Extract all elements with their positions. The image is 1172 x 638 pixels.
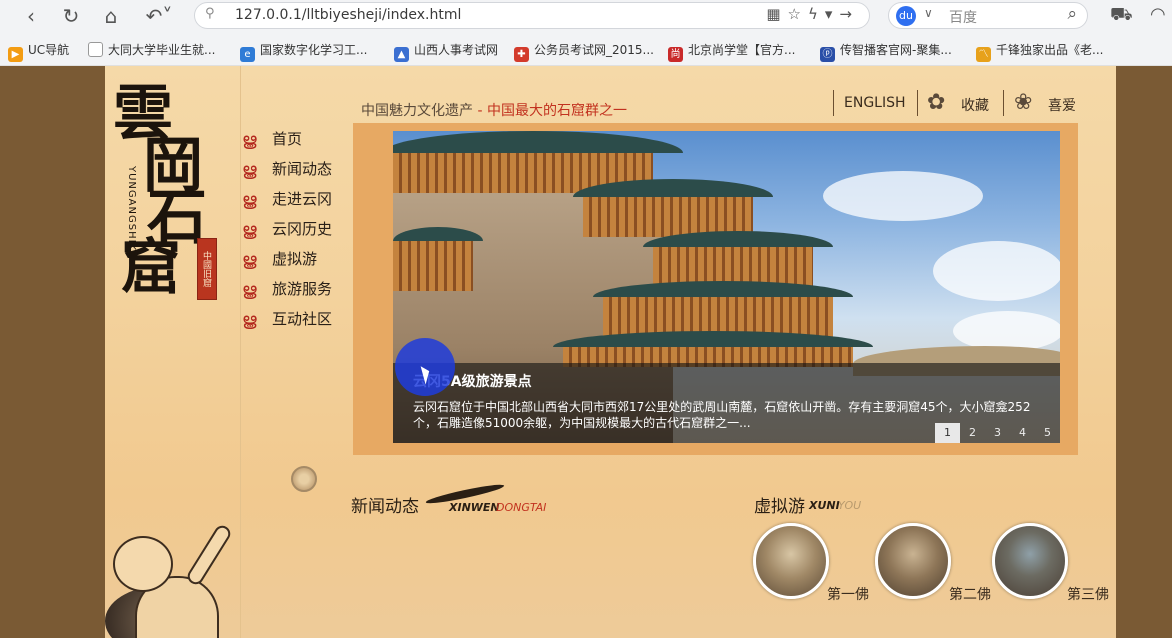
pager-button[interactable]: 2	[960, 423, 985, 443]
qianfeng-icon: 〽	[976, 47, 991, 62]
pager-button[interactable]: 4	[1010, 423, 1035, 443]
uc-icon: ▶	[8, 47, 23, 62]
cloud	[933, 241, 1060, 301]
cloud-motif-icon: ൠ	[242, 310, 257, 330]
reload-icon[interactable]: ↻	[58, 3, 84, 29]
baidu-icon[interactable]: du	[896, 6, 916, 26]
news-subtitle-en: DONGTAI	[496, 501, 547, 514]
page-icon	[88, 42, 103, 57]
virtual-tour-title[interactable]: 虚拟游	[754, 492, 805, 517]
menu-item-travel-service[interactable]: ൠ 旅游服务	[242, 276, 352, 306]
menu-item-virtual-tour[interactable]: ൠ 虚拟游	[242, 246, 352, 276]
address-url[interactable]: 127.0.0.1/lltbiyesheji/index.html	[235, 7, 461, 23]
pager-button[interactable]: 3	[985, 423, 1010, 443]
sxt-icon: 尚	[668, 47, 683, 62]
buddha-label[interactable]: 第二佛	[949, 584, 991, 604]
civil-exam-icon: ✚	[514, 47, 529, 62]
undo-history-icon[interactable]: ↶˅	[140, 3, 178, 29]
bookmark-item[interactable]: 尚北京尚学堂【官方...	[668, 41, 795, 62]
menu-item-home[interactable]: ൠ 首页	[242, 126, 352, 156]
slider-pager: 1 2 3 4 5	[935, 423, 1060, 443]
cloud-motif-icon: ൠ	[242, 220, 257, 240]
back-icon[interactable]: ‹	[18, 3, 44, 29]
english-link[interactable]: ENGLISH	[844, 95, 906, 111]
decorative-medallion-icon	[291, 466, 317, 492]
home-icon[interactable]: ⌂	[98, 3, 124, 29]
child-illustration-head	[113, 536, 173, 592]
chevron-down-icon[interactable]: ∨	[924, 6, 933, 20]
menu-item-news[interactable]: ൠ 新闻动态	[242, 156, 352, 186]
buddha-thumbnail[interactable]	[753, 523, 829, 599]
bookmarks-bar: ▶ UC导航 大同大学毕业生就... e 国家数字化学习工... ▲ 山西人事考试网 …	[0, 32, 1172, 66]
bookmark-item[interactable]: ✚ 公务员考试网_2015...	[514, 41, 654, 62]
wifi-icon[interactable]: ◠	[1150, 4, 1166, 25]
pager-button[interactable]: 5	[1035, 423, 1060, 443]
address-bar[interactable]: ⚲ 127.0.0.1/lltbiyesheji/index.html ▦☆ϟ▾…	[194, 2, 870, 29]
flower-icon[interactable]: ✿	[927, 90, 945, 115]
main-menu: ൠ 首页 ൠ 新闻动态 ൠ 走进云冈 ൠ 云冈历史 ൠ 虚拟游 ൠ 旅游服务 ൠ 互动社区	[242, 126, 352, 336]
buddha-label[interactable]: 第一佛	[827, 584, 869, 604]
child-illustration-arm	[184, 522, 234, 588]
bookmark-item[interactable]: ▲ 山西人事考试网	[394, 41, 498, 62]
search-input[interactable]: 百度	[949, 7, 977, 27]
address-tools-icons[interactable]: ▦☆ϟ▾→	[766, 5, 859, 23]
banner-slider[interactable]: 云冈5A级旅游景点 云冈石窟位于中国北部山西省大同市西郊17公里处的武周山南麓，…	[353, 123, 1078, 455]
exam-icon: ▲	[394, 47, 409, 62]
search-box[interactable]: du ∨ 百度 ⌕	[888, 2, 1088, 29]
divider	[917, 90, 918, 116]
search-icon[interactable]: ⌕	[1067, 4, 1077, 24]
site-container: 雲 岡 石 窟 YUNGANGSHIKU 中國旧窟 ൠ 首页 ൠ 新闻动态 ൠ 走进云…	[105, 66, 1116, 638]
slide-image[interactable]: 云冈5A级旅游景点 云冈石窟位于中国北部山西省大同市西郊17公里处的武周山南麓，…	[393, 131, 1060, 443]
site-info-icon[interactable]: ⚲	[205, 6, 215, 21]
bookmark-item[interactable]: 〽千锋独家出品《老...	[976, 41, 1103, 62]
cloud-motif-icon: ൠ	[242, 160, 257, 180]
pager-button[interactable]: 1	[935, 423, 960, 443]
menu-item-about[interactable]: ൠ 走进云冈	[242, 186, 352, 216]
browser-toolbar: ‹ ↻ ⌂ ↶˅ ⚲ 127.0.0.1/lltbiyesheji/index.…	[0, 0, 1172, 32]
logo-column: 雲 岡 石 窟 YUNGANGSHIKU 中國旧窟	[105, 66, 317, 638]
bookmark-item[interactable]: 大同大学毕业生就...	[88, 41, 215, 58]
cloud-motif-icon: ൠ	[242, 250, 257, 270]
bookmark-item[interactable]: ⓟ 传智播客官网-聚集...	[820, 41, 952, 62]
virtual-tour-subtitle-en: XUNI	[809, 499, 840, 512]
buddha-label[interactable]: 第三佛	[1067, 584, 1109, 604]
bookmark-item[interactable]: ▶ UC导航	[8, 41, 69, 62]
homepage-link[interactable]: 喜爱	[1048, 95, 1076, 115]
divider	[1003, 90, 1004, 116]
menu-item-community[interactable]: ൠ 互动社区	[242, 306, 352, 336]
news-title[interactable]: 新闻动态	[351, 492, 419, 517]
favorite-link[interactable]: 收藏	[961, 95, 989, 115]
news-subtitle-en: XINWEN	[449, 501, 500, 514]
cloud-motif-icon: ൠ	[242, 190, 257, 210]
logo-pinyin: YUNGANGSHIKU	[126, 166, 137, 260]
cloud	[823, 171, 983, 221]
cloud-motif-icon: ൠ	[242, 130, 257, 150]
virtual-tour-subtitle-en: YOU	[838, 499, 862, 512]
divider	[833, 90, 834, 116]
flower-icon[interactable]: ❀	[1014, 90, 1032, 115]
cloud	[953, 311, 1060, 351]
bookmark-item[interactable]: e 国家数字化学习工...	[240, 41, 367, 62]
menu-item-history[interactable]: ൠ 云冈历史	[242, 216, 352, 246]
buddha-thumbnail[interactable]	[875, 523, 951, 599]
cloud-motif-icon: ൠ	[242, 280, 257, 300]
buddha-thumbnail[interactable]	[992, 523, 1068, 599]
site-slogan: 中国魅力文化遗产 - 中国最大的石窟群之一	[361, 103, 627, 119]
logo-seal: 中國旧窟	[197, 238, 217, 300]
itcast-icon: ⓟ	[820, 47, 835, 62]
page-viewport: 雲 岡 石 窟 YUNGANGSHIKU 中國旧窟 ൠ 首页 ൠ 新闻动态 ൠ 走进云…	[0, 66, 1172, 638]
cart-icon[interactable]: ⛟	[1110, 4, 1133, 28]
edu-icon: e	[240, 47, 255, 62]
